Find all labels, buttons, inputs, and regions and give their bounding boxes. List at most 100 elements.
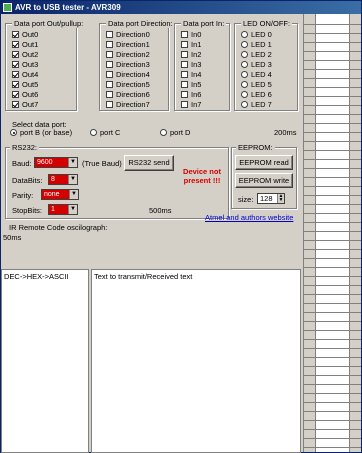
out-1[interactable]: Out1 — [12, 40, 38, 50]
out-4[interactable]: Out4 — [12, 70, 38, 80]
direction-label-6: Direction6 — [116, 90, 150, 99]
data-out-title: Data port Out/pullup: — [12, 19, 86, 28]
eeprom-read-button[interactable]: EEPROM read — [235, 155, 293, 170]
led-6[interactable]: LED 6 — [241, 90, 272, 100]
direction-3[interactable]: Direction3 — [106, 60, 150, 70]
out-0[interactable]: Out0 — [12, 30, 38, 40]
led-2[interactable]: LED 2 — [241, 50, 272, 60]
direction-6[interactable]: Direction6 — [106, 90, 150, 100]
out-2[interactable]: Out2 — [12, 50, 38, 60]
in-checkbox-2[interactable] — [181, 51, 188, 58]
chevron-down-icon[interactable]: ▼ — [68, 158, 77, 167]
in-4[interactable]: In4 — [181, 70, 201, 80]
led-radio-5[interactable] — [241, 81, 248, 88]
port-c-radio-dot[interactable] — [90, 129, 97, 136]
led-radio-1[interactable] — [241, 41, 248, 48]
out-checkbox-1[interactable] — [12, 41, 19, 48]
led-4[interactable]: LED 4 — [241, 70, 272, 80]
led-radio-3[interactable] — [241, 61, 248, 68]
direction-label-0: Direction0 — [116, 30, 150, 39]
direction-7[interactable]: Direction7 — [106, 100, 150, 110]
stopbits-select[interactable]: 1 ▼ — [48, 204, 78, 215]
in-checkbox-1[interactable] — [181, 41, 188, 48]
in-checkbox-0[interactable] — [181, 31, 188, 38]
led-radio-7[interactable] — [241, 101, 248, 108]
direction-checkbox-0[interactable] — [106, 31, 113, 38]
direction-checkbox-6[interactable] — [106, 91, 113, 98]
grid-line — [304, 60, 361, 61]
out-checkbox-6[interactable] — [12, 91, 19, 98]
grid-line — [304, 303, 361, 304]
out-checkbox-3[interactable] — [12, 61, 19, 68]
led-1[interactable]: LED 1 — [241, 40, 272, 50]
direction-checkbox-4[interactable] — [106, 71, 113, 78]
direction-4[interactable]: Direction4 — [106, 70, 150, 80]
in-6[interactable]: In6 — [181, 90, 201, 100]
led-radio-2[interactable] — [241, 51, 248, 58]
in-checkbox-5[interactable] — [181, 81, 188, 88]
direction-checkbox-1[interactable] — [106, 41, 113, 48]
direction-5[interactable]: Direction5 — [106, 80, 150, 90]
led-7[interactable]: LED 7 — [241, 100, 272, 110]
eeprom-write-button[interactable]: EEPROM write — [235, 173, 293, 188]
in-3[interactable]: In3 — [181, 60, 201, 70]
out-5[interactable]: Out5 — [12, 80, 38, 90]
out-7[interactable]: Out7 — [12, 100, 38, 110]
port-c-radio[interactable]: port C — [90, 128, 120, 138]
grid-line — [304, 105, 361, 106]
out-checkbox-0[interactable] — [12, 31, 19, 38]
in-checkbox-4[interactable] — [181, 71, 188, 78]
direction-checkbox-7[interactable] — [106, 101, 113, 108]
port-d-radio-dot[interactable] — [160, 129, 167, 136]
in-2[interactable]: In2 — [181, 50, 201, 60]
parity-label: Parity: — [12, 191, 34, 200]
chevron-down-icon[interactable]: ▼ — [69, 190, 78, 199]
direction-checkbox-5[interactable] — [106, 81, 113, 88]
atmel-website-link[interactable]: Atmel and authors website — [205, 213, 293, 222]
out-checkbox-5[interactable] — [12, 81, 19, 88]
eeprom-size-spinner[interactable]: 128 ▲ ▼ — [257, 193, 285, 204]
chevron-down-icon[interactable]: ▼ — [68, 205, 77, 214]
databits-select[interactable]: 8 ▼ — [48, 174, 78, 185]
chevron-down-icon[interactable]: ▼ — [68, 175, 77, 184]
parity-select[interactable]: none ▼ — [41, 189, 79, 200]
grid-scrollbar[interactable] — [349, 14, 361, 452]
led-radio-4[interactable] — [241, 71, 248, 78]
led-0[interactable]: LED 0 — [241, 30, 272, 40]
in-checkbox-7[interactable] — [181, 101, 188, 108]
in-0[interactable]: In0 — [181, 30, 201, 40]
out-3[interactable]: Out3 — [12, 60, 38, 70]
led-radio-6[interactable] — [241, 91, 248, 98]
in-7[interactable]: In7 — [181, 100, 201, 110]
out-checkbox-2[interactable] — [12, 51, 19, 58]
led-label-0: LED 0 — [251, 30, 272, 39]
dec-hex-ascii-panel[interactable]: DEC->HEX->ASCII — [1, 269, 89, 453]
in-1[interactable]: In1 — [181, 40, 201, 50]
rs232-send-button[interactable]: RS232 send — [124, 155, 174, 171]
spinner-arrows-icon[interactable]: ▲ ▼ — [277, 194, 284, 203]
port-d-radio[interactable]: port D — [160, 128, 190, 138]
led-5[interactable]: LED 5 — [241, 80, 272, 90]
direction-0[interactable]: Direction0 — [106, 30, 150, 40]
data-grid[interactable] — [303, 14, 361, 452]
direction-checkbox-2[interactable] — [106, 51, 113, 58]
baud-select[interactable]: 9600 ▼ — [34, 157, 78, 168]
port-b-radio-dot[interactable] — [10, 129, 17, 136]
out-label-3: Out3 — [22, 60, 39, 69]
in-5[interactable]: In5 — [181, 80, 201, 90]
led-radio-0[interactable] — [241, 31, 248, 38]
out-label-7: Out7 — [22, 100, 39, 109]
grid-line — [304, 168, 361, 169]
direction-1[interactable]: Direction1 — [106, 40, 150, 50]
out-checkbox-4[interactable] — [12, 71, 19, 78]
direction-checkbox-3[interactable] — [106, 61, 113, 68]
in-checkbox-3[interactable] — [181, 61, 188, 68]
in-checkbox-6[interactable] — [181, 91, 188, 98]
port-b-radio[interactable]: port B (or base) — [10, 128, 72, 138]
text-transmit-panel[interactable]: Text to transmit/Received text — [91, 269, 301, 453]
direction-2[interactable]: Direction2 — [106, 50, 150, 60]
dec-hex-ascii-label: DEC->HEX->ASCII — [4, 272, 69, 281]
led-3[interactable]: LED 3 — [241, 60, 272, 70]
out-checkbox-7[interactable] — [12, 101, 19, 108]
out-6[interactable]: Out6 — [12, 90, 38, 100]
